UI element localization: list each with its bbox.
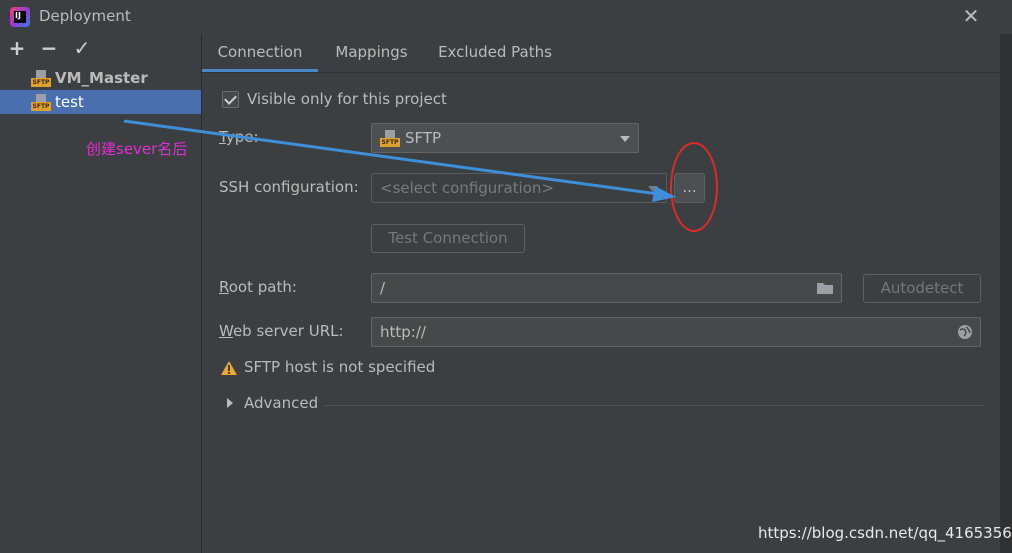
annotation-arrow [123,119,676,202]
watermark-text: https://blog.csdn.net/qq_41653564 [758,524,1012,542]
